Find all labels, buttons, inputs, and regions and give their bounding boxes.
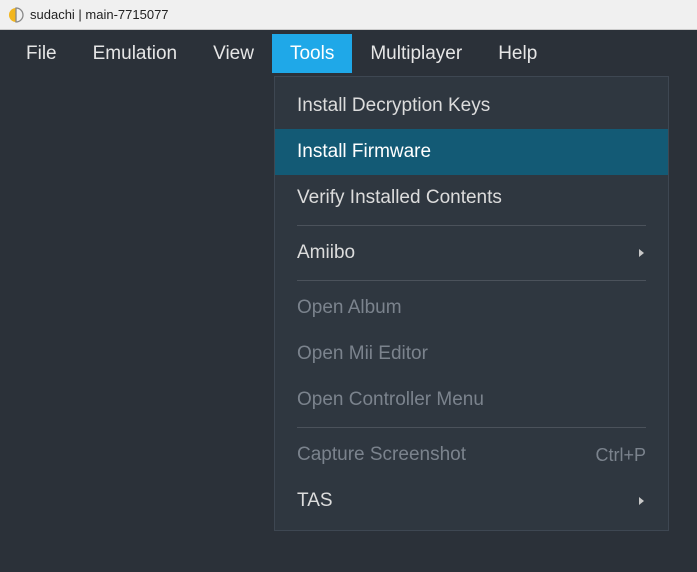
menuitem-tas[interactable]: TAS xyxy=(275,478,668,524)
submenu-arrow-icon xyxy=(638,242,646,264)
menuitem-open-controller-menu: Open Controller Menu xyxy=(275,377,668,423)
menuitem-open-album: Open Album xyxy=(275,285,668,331)
menuitem-label: Open Controller Menu xyxy=(297,389,484,411)
menuitem-label: Install Firmware xyxy=(297,141,431,163)
titlebar: sudachi | main-7715077 xyxy=(0,0,697,30)
menuitem-open-mii-editor: Open Mii Editor xyxy=(275,331,668,377)
tools-dropdown: Install Decryption Keys Install Firmware… xyxy=(274,76,669,531)
menu-tools[interactable]: Tools xyxy=(272,34,352,73)
menu-help[interactable]: Help xyxy=(480,34,555,73)
menuitem-shortcut: Ctrl+P xyxy=(595,445,646,466)
menu-view[interactable]: View xyxy=(195,34,272,73)
menu-emulation[interactable]: Emulation xyxy=(75,34,196,73)
menuitem-capture-screenshot: Capture Screenshot Ctrl+P xyxy=(275,432,668,478)
menuitem-amiibo[interactable]: Amiibo xyxy=(275,230,668,276)
menuitem-verify-installed-contents[interactable]: Verify Installed Contents xyxy=(275,175,668,221)
menu-separator xyxy=(297,427,646,428)
window-title: sudachi | main-7715077 xyxy=(30,7,169,22)
menubar: File Emulation View Tools Multiplayer He… xyxy=(0,30,697,76)
submenu-arrow-icon xyxy=(638,490,646,512)
menuitem-label: Verify Installed Contents xyxy=(297,187,502,209)
menuitem-label: Install Decryption Keys xyxy=(297,95,490,117)
menu-separator xyxy=(297,280,646,281)
menuitem-install-firmware[interactable]: Install Firmware xyxy=(275,129,668,175)
menuitem-label: Open Album xyxy=(297,297,402,319)
menuitem-label: Amiibo xyxy=(297,242,355,264)
menu-separator xyxy=(297,225,646,226)
content-area: Install Decryption Keys Install Firmware… xyxy=(0,76,697,572)
menuitem-label: Capture Screenshot xyxy=(297,444,466,466)
menuitem-label: TAS xyxy=(297,490,333,512)
menuitem-label: Open Mii Editor xyxy=(297,343,428,365)
menu-file[interactable]: File xyxy=(8,34,75,73)
app-icon xyxy=(8,7,24,23)
menu-multiplayer[interactable]: Multiplayer xyxy=(352,34,480,73)
menuitem-install-decryption-keys[interactable]: Install Decryption Keys xyxy=(275,83,668,129)
